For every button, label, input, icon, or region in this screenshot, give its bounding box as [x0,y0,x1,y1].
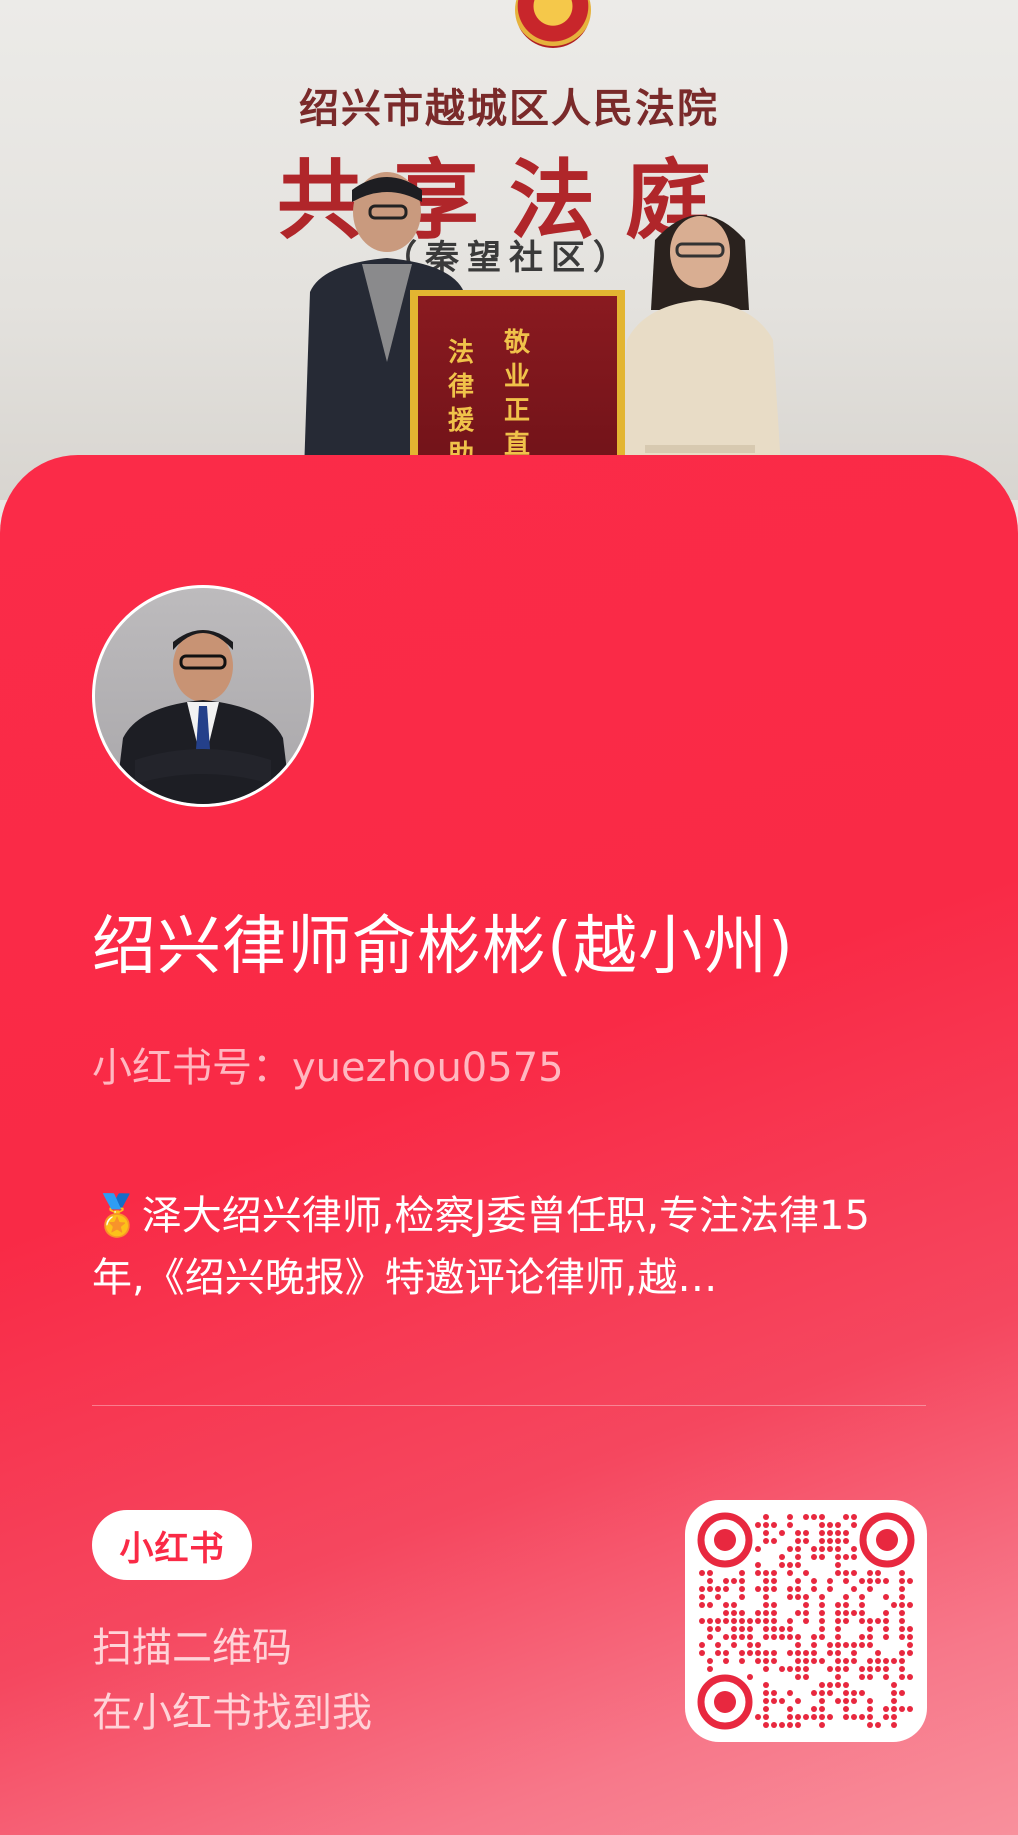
scan-instruction-line1: 扫描二维码 [92,1625,292,1671]
xiaohongshu-logo: 小红书 [92,1510,252,1580]
banner-text-right: 敬业正直 [504,328,531,460]
qr-code-icon [697,1512,915,1730]
scan-instruction-line2: 在小红书找到我 [92,1690,372,1736]
court-name-text: 绍兴市越城区人民法院 [299,85,719,132]
qr-code[interactable] [685,1500,927,1742]
avatar [92,585,314,807]
profile-card: 绍兴律师俞彬彬(越小州) 小红书号：yuezhou0575 🏅泽大绍兴律师,检察… [0,455,1018,1835]
banner-text-left: 法律援助 [448,338,475,470]
avatar-portrait-icon [115,630,291,804]
profile-bio: 🏅泽大绍兴律师,检察J委曾任职,专注法律15年,《绍兴晚报》特邀评论律师,越… [92,1193,870,1301]
court-emblem-icon [515,0,591,48]
xiaohongshu-id: 小红书号：yuezhou0575 [92,1045,564,1091]
court-sub-text: （秦望社区） [383,238,635,278]
divider [92,1405,926,1406]
header-photo: 绍兴市越城区人民法院 共享法庭 （秦望社区） 敬业正直 法律援助 [0,0,1018,500]
profile-name: 绍兴律师俞彬彬(越小州) [92,910,794,984]
